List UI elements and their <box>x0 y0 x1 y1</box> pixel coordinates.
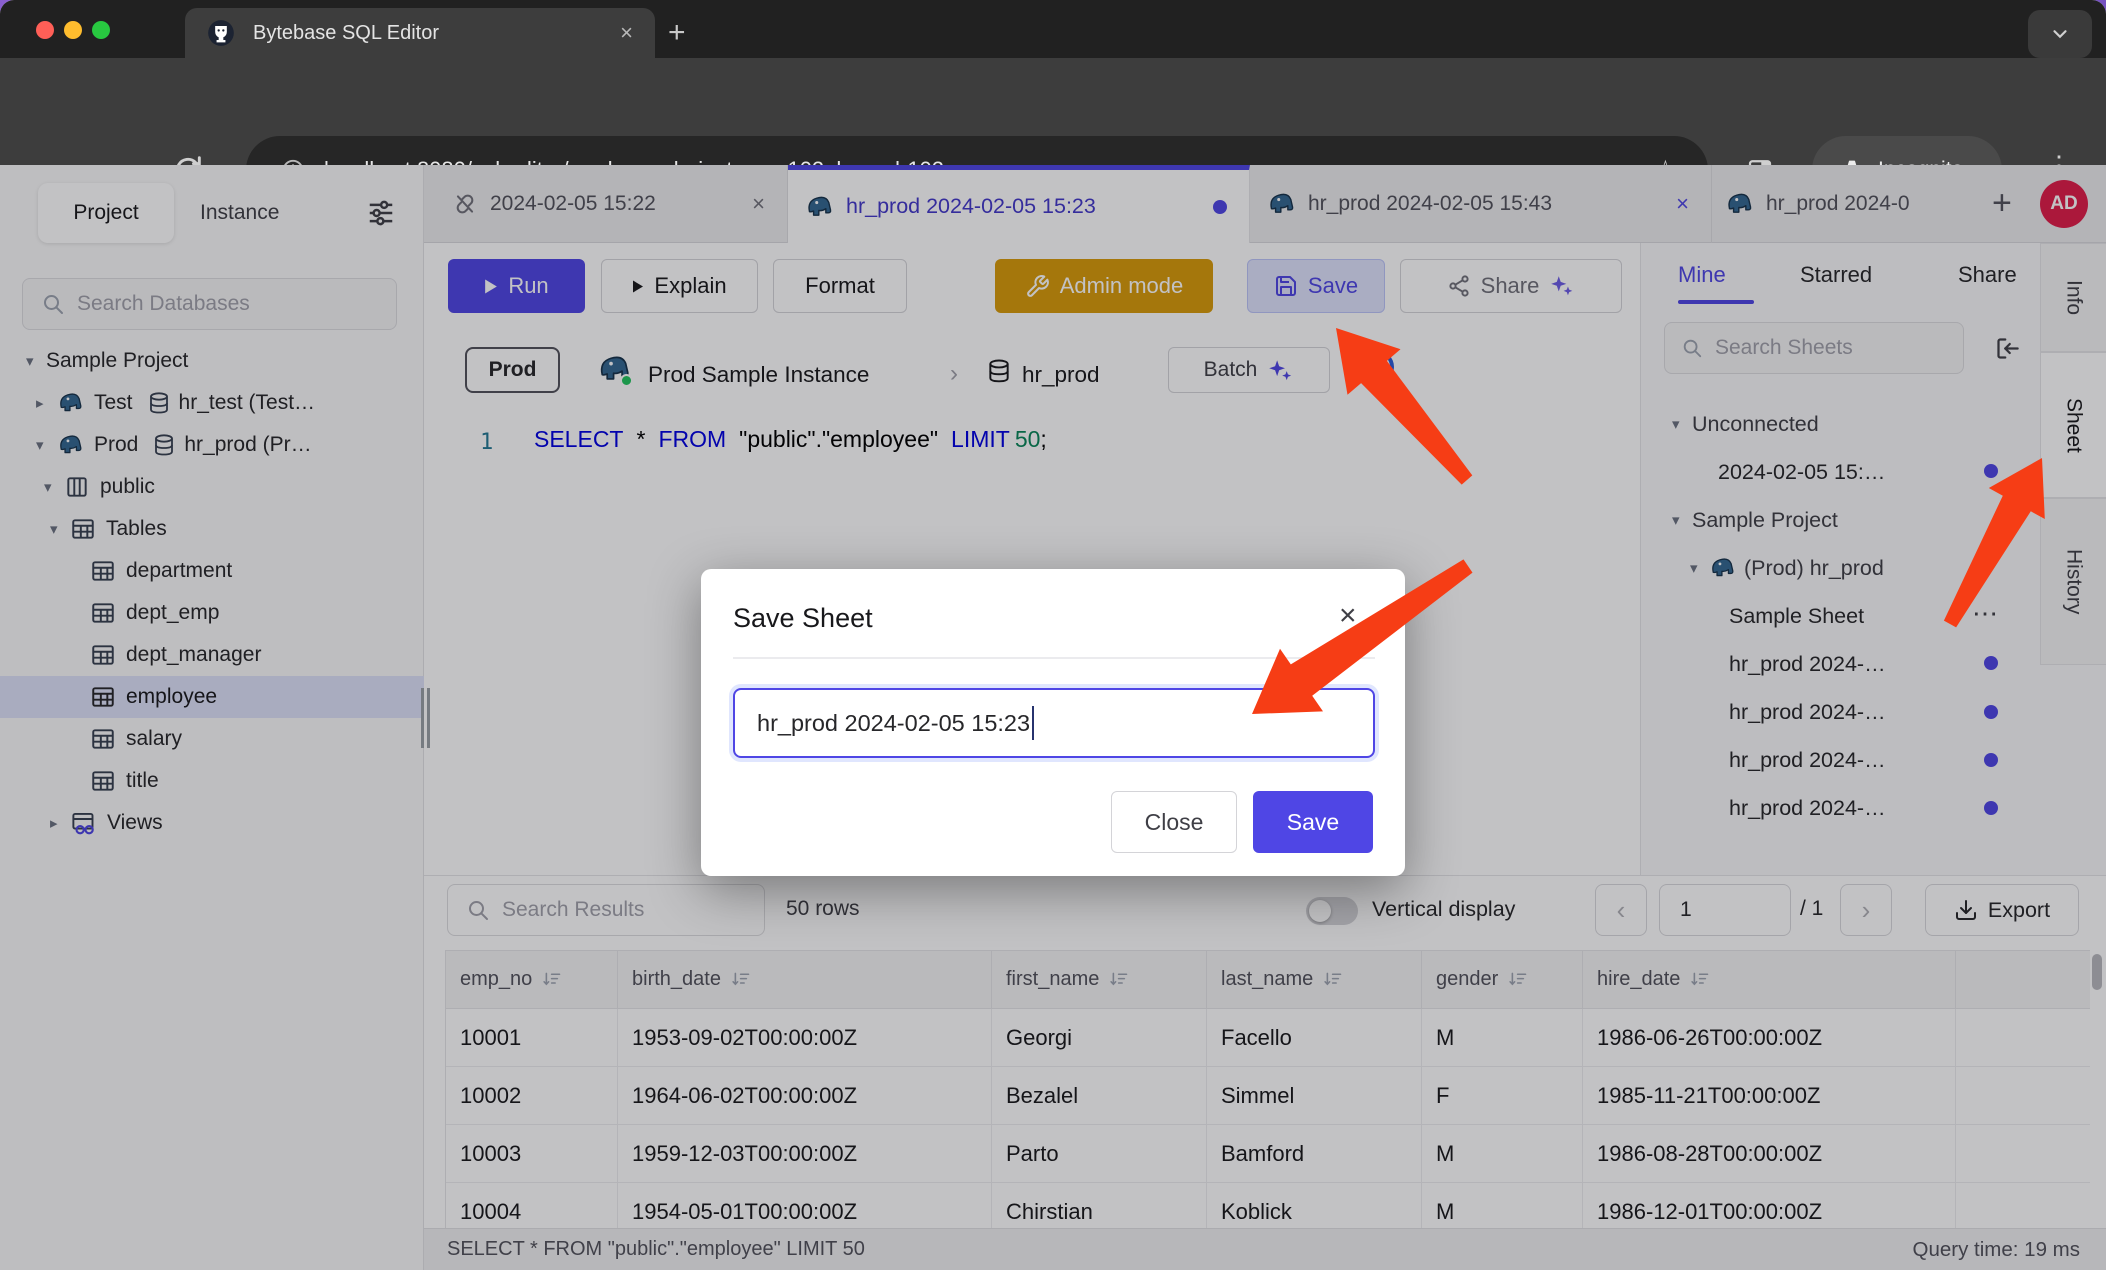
tab-search-button[interactable] <box>2028 10 2092 58</box>
modal-save-button[interactable]: Save <box>1253 791 1373 853</box>
browser-tab[interactable]: Bytebase SQL Editor × <box>185 8 655 58</box>
browser-toolbar: ← → localhost:8080/sql-editor/prod-sampl… <box>0 58 2106 165</box>
window-zoom-button[interactable] <box>92 21 110 39</box>
browser-tab-title: Bytebase SQL Editor <box>253 22 620 45</box>
modal-close-button[interactable]: Close <box>1111 791 1237 853</box>
window-close-button[interactable] <box>36 21 54 39</box>
chevron-down-icon <box>2049 23 2071 45</box>
modal-title: Save Sheet <box>733 603 873 634</box>
sheet-name-value: hr_prod 2024-02-05 15:23 <box>757 710 1030 737</box>
browser-tab-strip: Bytebase SQL Editor × + <box>0 0 2106 58</box>
bytebase-favicon <box>207 19 235 47</box>
divider <box>733 657 1375 659</box>
window-minimize-button[interactable] <box>64 21 82 39</box>
tab-close-icon[interactable]: × <box>620 20 633 46</box>
save-sheet-modal: Save Sheet × hr_prod 2024-02-05 15:23 Cl… <box>701 569 1405 876</box>
text-caret <box>1032 706 1034 740</box>
new-tab-button[interactable]: + <box>668 16 686 50</box>
browser-window: Bytebase SQL Editor × + ← → localhost:80… <box>0 0 2106 1270</box>
sheet-name-input[interactable]: hr_prod 2024-02-05 15:23 <box>733 688 1375 758</box>
modal-close-icon[interactable]: × <box>1339 599 1357 633</box>
